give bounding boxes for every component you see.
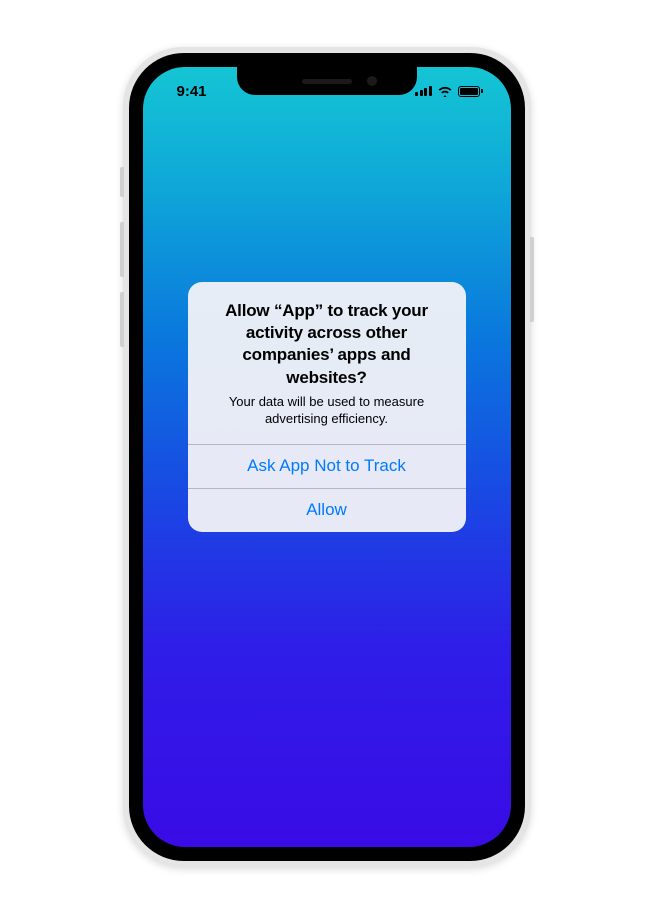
volume-up-button <box>120 222 124 277</box>
phone-device-frame: 9:41 <box>123 47 531 867</box>
speaker-grille <box>302 79 352 84</box>
phone-screen: 9:41 <box>143 67 511 847</box>
allow-button[interactable]: Allow <box>188 488 466 532</box>
cellular-signal-icon <box>415 86 432 96</box>
notch <box>237 67 417 95</box>
status-time: 9:41 <box>167 79 207 100</box>
volume-down-button <box>120 292 124 347</box>
phone-bezel: 9:41 <box>129 53 525 861</box>
side-button <box>530 237 534 322</box>
alert-overlay: Allow “App” to track your activity acros… <box>143 67 511 847</box>
alert-body: Allow “App” to track your activity acros… <box>188 282 466 443</box>
battery-icon <box>458 86 483 97</box>
alert-title: Allow “App” to track your activity acros… <box>204 300 450 388</box>
tracking-permission-alert: Allow “App” to track your activity acros… <box>188 282 466 531</box>
wifi-icon <box>437 85 453 97</box>
ask-not-to-track-button[interactable]: Ask App Not to Track <box>188 444 466 488</box>
alert-message: Your data will be used to measure advert… <box>204 393 450 428</box>
front-camera <box>367 76 377 86</box>
status-indicators <box>415 81 487 97</box>
silent-switch <box>120 167 124 197</box>
